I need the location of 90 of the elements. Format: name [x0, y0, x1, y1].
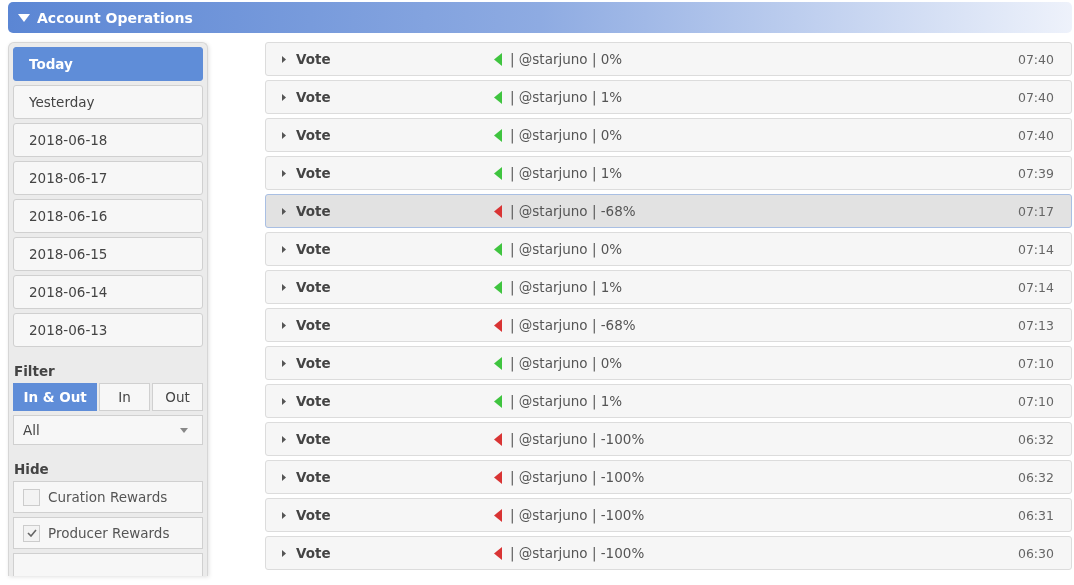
- section-title: Filter: [14, 363, 56, 379]
- operation-type: Vote: [296, 393, 332, 409]
- operation-time: 06:32: [1017, 469, 1054, 485]
- panel-title: Account Operations: [37, 9, 193, 26]
- operation-detail: | @starjuno | 1%: [510, 89, 623, 105]
- operation-time: 07:40: [1017, 127, 1054, 143]
- operation-type: Vote: [296, 241, 332, 257]
- operation-row[interactable]: Vote | @starjuno | 1% 07:40: [265, 80, 1072, 114]
- expand-icon: [282, 397, 286, 405]
- operation-detail: | @starjuno | 0%: [510, 51, 623, 67]
- operation-row[interactable]: Vote | @starjuno | -100% 06:31: [265, 498, 1072, 532]
- operation-row[interactable]: Vote | @starjuno | -100% 06:32: [265, 422, 1072, 456]
- check-icon: [26, 529, 37, 537]
- date-button[interactable]: 2018-06-16: [13, 199, 203, 233]
- date-button[interactable]: 2018-06-14: [13, 275, 203, 309]
- operation-time: 06:30: [1017, 545, 1054, 561]
- expand-icon: [282, 549, 286, 557]
- date-button[interactable]: 2018-06-17: [13, 161, 203, 195]
- operation-row[interactable]: Vote | @starjuno | 1% 07:10: [265, 384, 1072, 418]
- date-button[interactable]: 2018-06-18: [13, 123, 203, 157]
- operation-row[interactable]: Vote | @starjuno | -100% 06:32: [265, 460, 1072, 494]
- operation-time: 07:40: [1017, 51, 1054, 67]
- date-button[interactable]: Yesterday: [13, 85, 203, 119]
- operation-detail: | @starjuno | 1%: [510, 279, 623, 295]
- checkbox-row[interactable]: Curation Rewards: [13, 481, 203, 513]
- operation-type: Vote: [296, 317, 332, 333]
- operation-detail: | @starjuno | 0%: [510, 241, 623, 257]
- caret-icon: [18, 13, 30, 22]
- caret-icon: [180, 427, 188, 433]
- expand-icon: [282, 283, 286, 291]
- operation-detail: | @starjuno | 0%: [510, 355, 623, 371]
- checkbox[interactable]: [23, 488, 40, 506]
- operation-time: 06:31: [1017, 507, 1054, 523]
- operation-row[interactable]: Vote | @starjuno | -68% 07:13: [265, 308, 1072, 342]
- operation-row[interactable]: Vote | @starjuno | 0% 07:40: [265, 42, 1072, 76]
- operation-detail: | @starjuno | 1%: [510, 393, 623, 409]
- operation-time: 07:39: [1017, 165, 1054, 181]
- operation-row[interactable]: Vote | @starjuno | 1% 07:39: [265, 156, 1072, 190]
- expand-icon: [282, 359, 286, 367]
- date-button[interactable]: 2018-06-15: [13, 237, 203, 271]
- operation-row[interactable]: Vote | @starjuno | 0% 07:14: [265, 232, 1072, 266]
- operation-time: 07:14: [1017, 241, 1054, 257]
- operation-detail: | @starjuno | -100%: [510, 507, 645, 523]
- expand-icon: [282, 511, 286, 519]
- operation-detail: | @starjuno | 0%: [510, 127, 623, 143]
- operation-time: 07:13: [1017, 317, 1054, 333]
- operation-type: Vote: [296, 279, 332, 295]
- operation-type: Vote: [296, 127, 332, 143]
- expand-icon: [282, 245, 286, 253]
- operation-row[interactable]: Vote | @starjuno | 0% 07:40: [265, 118, 1072, 152]
- operation-detail: | @starjuno | -100%: [510, 469, 645, 485]
- expand-icon: [282, 321, 286, 329]
- operation-detail: | @starjuno | -100%: [510, 431, 645, 447]
- operation-type: Vote: [296, 469, 332, 485]
- filter-tab[interactable]: In: [99, 383, 151, 411]
- operation-row[interactable]: Vote | @starjuno | -100% 06:30: [265, 536, 1072, 570]
- expand-icon: [282, 435, 286, 443]
- operation-type: Vote: [296, 545, 332, 561]
- operation-time: 07:17: [1017, 203, 1054, 219]
- section-title: Hide: [14, 461, 50, 477]
- expand-icon: [282, 473, 286, 481]
- operation-type: Vote: [296, 89, 332, 105]
- expand-icon: [282, 169, 286, 177]
- operation-time: 06:32: [1017, 431, 1054, 447]
- operation-time: 07:40: [1017, 89, 1054, 105]
- operation-type: Vote: [296, 51, 332, 67]
- operation-row[interactable]: Vote | @starjuno | -68% 07:17: [265, 194, 1072, 228]
- operation-time: 07:14: [1017, 279, 1054, 295]
- operation-time: 07:10: [1017, 393, 1054, 409]
- expand-icon: [282, 207, 286, 215]
- operation-detail: | @starjuno | -68%: [510, 203, 636, 219]
- operation-detail: | @starjuno | -100%: [510, 545, 645, 561]
- operation-row[interactable]: Vote | @starjuno | 1% 07:14: [265, 270, 1072, 304]
- type-dropdown[interactable]: All: [13, 415, 203, 445]
- operation-row[interactable]: Vote | @starjuno | 0% 07:10: [265, 346, 1072, 380]
- expand-icon: [282, 55, 286, 63]
- expand-icon: [282, 131, 286, 139]
- operation-detail: | @starjuno | 1%: [510, 165, 623, 181]
- checkbox[interactable]: [23, 524, 40, 542]
- operation-type: Vote: [296, 203, 332, 219]
- operation-type: Vote: [296, 165, 332, 181]
- checkbox-row[interactable]: Producer Rewards: [13, 517, 203, 549]
- filter-tab[interactable]: Out: [152, 383, 203, 411]
- operation-type: Vote: [296, 431, 332, 447]
- expand-icon: [282, 93, 286, 101]
- date-button[interactable]: 2018-06-13: [13, 313, 203, 347]
- operation-type: Vote: [296, 507, 332, 523]
- operation-time: 07:10: [1017, 355, 1054, 371]
- operation-type: Vote: [296, 355, 332, 371]
- operation-detail: | @starjuno | -68%: [510, 317, 636, 333]
